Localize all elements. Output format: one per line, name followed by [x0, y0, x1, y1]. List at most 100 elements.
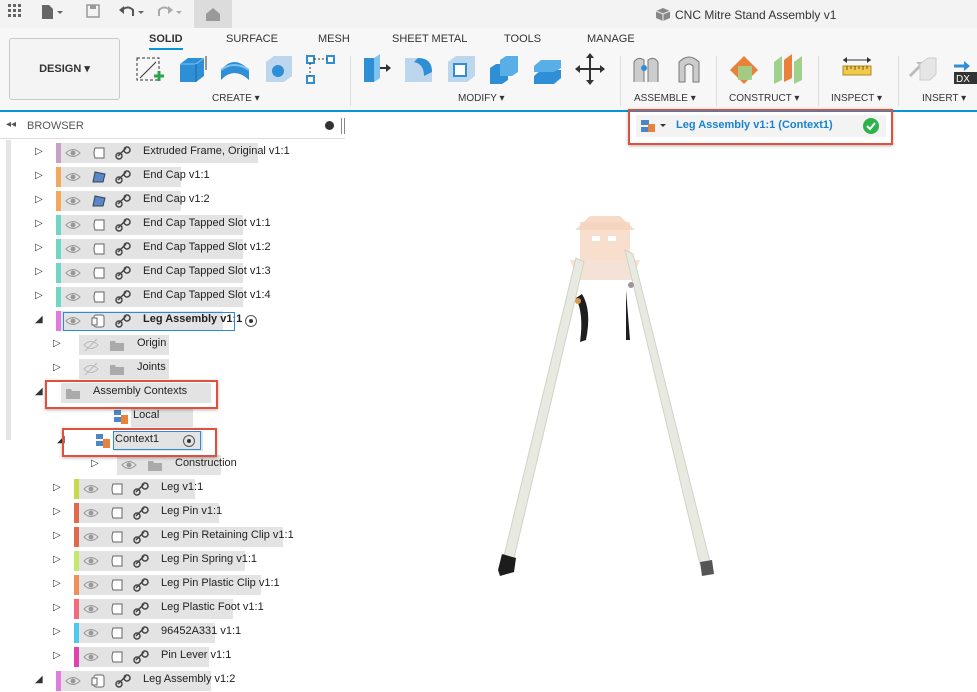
- press-pull-icon[interactable]: [360, 52, 392, 86]
- visibility-eye-icon[interactable]: [83, 649, 99, 661]
- tab-surface[interactable]: SURFACE: [226, 33, 278, 45]
- visibility-eye-icon[interactable]: [65, 289, 81, 301]
- list-item[interactable]: ▷ Leg Pin Spring v1:1: [0, 550, 345, 572]
- undo-icon[interactable]: [118, 4, 146, 23]
- assembly-context-icon[interactable]: [640, 118, 668, 134]
- list-item[interactable]: ▷ 96452A331 v1:1: [0, 622, 345, 644]
- visibility-eye-icon[interactable]: [65, 169, 81, 181]
- construct-group-label[interactable]: CONSTRUCT ▾: [729, 93, 799, 104]
- browser-minimize-icon[interactable]: [325, 121, 334, 130]
- expand-arrow-icon[interactable]: ▷: [35, 218, 45, 230]
- list-item[interactable]: ▷ Leg Pin Plastic Clip v1:1: [0, 574, 345, 596]
- visibility-eye-icon[interactable]: [83, 625, 99, 637]
- visibility-eye-icon[interactable]: [65, 193, 81, 205]
- tab-mesh[interactable]: MESH: [318, 33, 350, 45]
- expand-arrow-icon[interactable]: ▷: [35, 194, 45, 206]
- pattern-icon[interactable]: [305, 52, 337, 86]
- tab-manage[interactable]: MANAGE: [587, 33, 635, 45]
- save-icon[interactable]: [86, 4, 100, 21]
- expand-arrow-icon[interactable]: ▷: [35, 242, 45, 254]
- expand-arrow-icon[interactable]: ▷: [91, 458, 101, 470]
- list-item[interactable]: ▷ End Cap v1:2: [0, 190, 345, 212]
- expand-arrow-icon[interactable]: ▷: [53, 362, 63, 374]
- extrude-icon[interactable]: [176, 52, 208, 86]
- hole-icon[interactable]: [262, 52, 294, 86]
- list-item[interactable]: ▷ Leg Plastic Foot v1:1: [0, 598, 345, 620]
- expand-arrow-icon[interactable]: ▷: [53, 530, 63, 542]
- tab-tools[interactable]: TOOLS: [504, 33, 541, 45]
- collapse-arrow-icon[interactable]: ◢: [35, 386, 45, 398]
- expand-arrow-icon[interactable]: ▷: [53, 482, 63, 494]
- list-item[interactable]: ◢ Leg Assembly v1:2: [0, 670, 345, 692]
- expand-arrow-icon[interactable]: ▷: [35, 266, 45, 278]
- collapse-browser-icon[interactable]: ◂◂: [6, 119, 16, 130]
- joint-icon[interactable]: [630, 52, 662, 86]
- visibility-eye-icon[interactable]: [65, 241, 81, 253]
- list-item[interactable]: ▷ End Cap Tapped Slot v1:1: [0, 214, 345, 236]
- expand-arrow-icon[interactable]: ▷: [53, 578, 63, 590]
- as-built-joint-icon[interactable]: [673, 52, 705, 86]
- measure-icon[interactable]: [841, 52, 873, 86]
- home-button[interactable]: [194, 0, 232, 28]
- visibility-eye-icon[interactable]: [83, 481, 99, 493]
- midplane-icon[interactable]: [772, 52, 804, 86]
- hidden-eye-icon[interactable]: [83, 361, 99, 376]
- list-item[interactable]: ▷ End Cap v1:1: [0, 166, 345, 188]
- list-item[interactable]: ▷ Leg Pin v1:1: [0, 502, 345, 524]
- offset-face-icon[interactable]: [531, 52, 563, 86]
- list-item[interactable]: ▷ End Cap Tapped Slot v1:3: [0, 262, 345, 284]
- expand-arrow-icon[interactable]: ▷: [35, 146, 45, 158]
- expand-arrow-icon[interactable]: ▷: [35, 170, 45, 182]
- expand-arrow-icon[interactable]: ▷: [53, 650, 63, 662]
- list-item[interactable]: ▷ Leg v1:1: [0, 478, 345, 500]
- list-item[interactable]: ▷ Leg Pin Retaining Clip v1:1: [0, 526, 345, 548]
- visibility-eye-icon[interactable]: [121, 457, 137, 469]
- activate-radio-icon[interactable]: [245, 315, 257, 327]
- app-grid-icon[interactable]: [8, 4, 22, 21]
- insert-group-label[interactable]: INSERT ▾: [922, 93, 966, 104]
- visibility-eye-icon[interactable]: [83, 577, 99, 589]
- tab-sheet-metal[interactable]: SHEET METAL: [392, 33, 467, 45]
- move-icon[interactable]: [574, 52, 606, 86]
- visibility-eye-icon[interactable]: [65, 145, 81, 157]
- expand-arrow-icon[interactable]: ▷: [53, 506, 63, 518]
- expand-arrow-icon[interactable]: ▷: [53, 602, 63, 614]
- assemble-group-label[interactable]: ASSEMBLE ▾: [634, 93, 696, 104]
- expand-arrow-icon[interactable]: ▷: [53, 626, 63, 638]
- visibility-eye-icon[interactable]: [65, 673, 81, 685]
- list-item[interactable]: ▷ Origin: [0, 334, 345, 356]
- list-item[interactable]: ◢ Leg Assembly v1:1: [0, 310, 345, 332]
- viewport-3d-model[interactable]: [480, 200, 740, 590]
- collapse-arrow-icon[interactable]: ◢: [35, 674, 45, 686]
- workspace-switcher-button[interactable]: DESIGN ▾: [9, 38, 120, 100]
- list-item[interactable]: ▷ End Cap Tapped Slot v1:2: [0, 238, 345, 260]
- hidden-eye-icon[interactable]: [83, 337, 99, 352]
- visibility-eye-icon[interactable]: [65, 265, 81, 277]
- revolve-icon[interactable]: [218, 52, 250, 86]
- list-item[interactable]: Local: [0, 406, 345, 428]
- browser-resize-handle[interactable]: [341, 118, 345, 134]
- insert-derive-icon[interactable]: [906, 52, 938, 86]
- expand-arrow-icon[interactable]: ▷: [53, 338, 63, 350]
- list-item[interactable]: ▷ Pin Lever v1:1: [0, 646, 345, 668]
- modify-group-label[interactable]: MODIFY ▾: [458, 93, 505, 104]
- fillet-icon[interactable]: [402, 52, 434, 86]
- list-item[interactable]: ▷ Construction: [0, 454, 345, 476]
- combine-icon[interactable]: [488, 52, 520, 86]
- visibility-eye-icon[interactable]: [83, 505, 99, 517]
- shell-icon[interactable]: [445, 52, 477, 86]
- create-group-label[interactable]: CREATE ▾: [212, 93, 260, 104]
- inspect-group-label[interactable]: INSPECT ▾: [831, 93, 882, 104]
- offset-plane-icon[interactable]: [728, 52, 760, 86]
- visibility-eye-icon[interactable]: [83, 529, 99, 541]
- expand-arrow-icon[interactable]: ▷: [35, 290, 45, 302]
- redo-icon[interactable]: [156, 4, 184, 23]
- list-item[interactable]: ▷ Joints: [0, 358, 345, 380]
- create-sketch-icon[interactable]: [134, 52, 166, 86]
- file-icon[interactable]: [40, 4, 64, 23]
- collapse-arrow-icon[interactable]: ◢: [35, 314, 45, 326]
- visibility-eye-icon[interactable]: [83, 553, 99, 565]
- expand-arrow-icon[interactable]: ▷: [53, 554, 63, 566]
- list-item[interactable]: ▷ Extruded Frame, Original v1:1: [0, 142, 345, 164]
- active-component-bar[interactable]: Leg Assembly v1:1 (Context1): [636, 115, 886, 137]
